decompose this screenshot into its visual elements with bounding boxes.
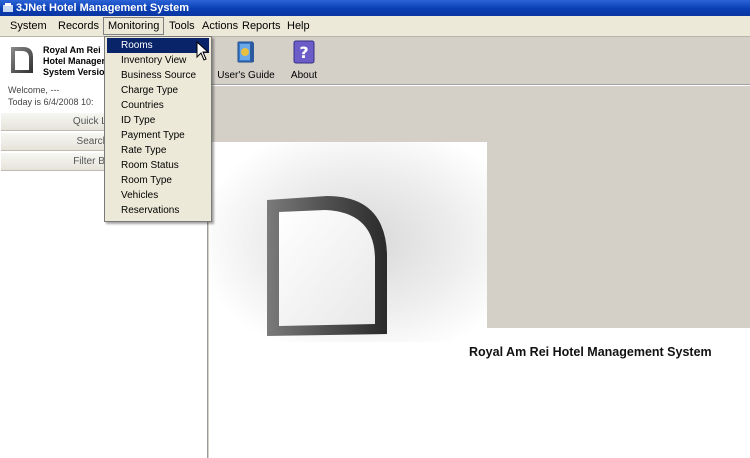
menu-item-room-type[interactable]: Room Type: [107, 173, 209, 188]
menu-item-countries[interactable]: Countries: [107, 98, 209, 113]
app-icon: [3, 3, 13, 12]
question-icon: ?: [293, 40, 315, 64]
monitoring-dropdown: Rooms Inventory View Business Source Cha…: [104, 36, 212, 222]
menu-tools[interactable]: Tools: [165, 18, 199, 34]
menu-help[interactable]: Help: [283, 18, 314, 34]
menu-actions[interactable]: Actions: [198, 18, 242, 34]
book-icon: [237, 41, 254, 63]
logo-graphic: [209, 142, 487, 342]
window-title: 3JNet Hotel Management System: [16, 2, 189, 14]
menu-item-id-type[interactable]: ID Type: [107, 113, 209, 128]
menu-bar: System Records Monitoring Tools Actions …: [0, 16, 750, 37]
menu-item-rooms[interactable]: Rooms: [107, 38, 209, 53]
brand-text: Royal Am Rei Hotel Management System: [469, 345, 712, 359]
main-area: Royal Am Rei Hotel Management System: [209, 86, 750, 458]
menu-reports[interactable]: Reports: [238, 18, 285, 34]
app-name-line1: Royal Am Rei: [43, 45, 101, 55]
welcome-text: Welcome, ---: [8, 85, 60, 95]
menu-system[interactable]: System: [6, 18, 51, 34]
users-guide-label: User's Guide: [217, 70, 275, 81]
menu-item-rate-type[interactable]: Rate Type: [107, 143, 209, 158]
menu-item-vehicles[interactable]: Vehicles: [107, 188, 209, 203]
title-bar: 3JNet Hotel Management System: [0, 0, 750, 16]
about-button[interactable]: ? About: [286, 40, 322, 82]
today-text: Today is 6/4/2008 10:: [8, 97, 94, 107]
menu-item-inventory-view[interactable]: Inventory View: [107, 53, 209, 68]
menu-item-room-status[interactable]: Room Status: [107, 158, 209, 173]
toolbar: User's Guide ? About: [208, 37, 750, 83]
app-name-line2: Hotel Manager: [43, 56, 105, 66]
svg-text:?: ?: [299, 43, 308, 62]
document-icon: [11, 47, 33, 73]
menu-item-reservations[interactable]: Reservations: [107, 203, 209, 218]
menu-records[interactable]: Records: [54, 18, 103, 34]
about-label: About: [290, 70, 318, 81]
menu-item-business-source[interactable]: Business Source: [107, 68, 209, 83]
app-name-line3: System Versio: [43, 67, 105, 77]
menu-item-charge-type[interactable]: Charge Type: [107, 83, 209, 98]
users-guide-button[interactable]: User's Guide: [216, 40, 276, 82]
sidebar-app-name: Royal Am Rei Hotel Manager System Versio: [43, 45, 105, 78]
mouse-cursor-icon: [196, 41, 210, 61]
main-gray-panel: [487, 86, 750, 328]
menu-item-payment-type[interactable]: Payment Type: [107, 128, 209, 143]
menu-monitoring[interactable]: Monitoring: [103, 17, 165, 35]
